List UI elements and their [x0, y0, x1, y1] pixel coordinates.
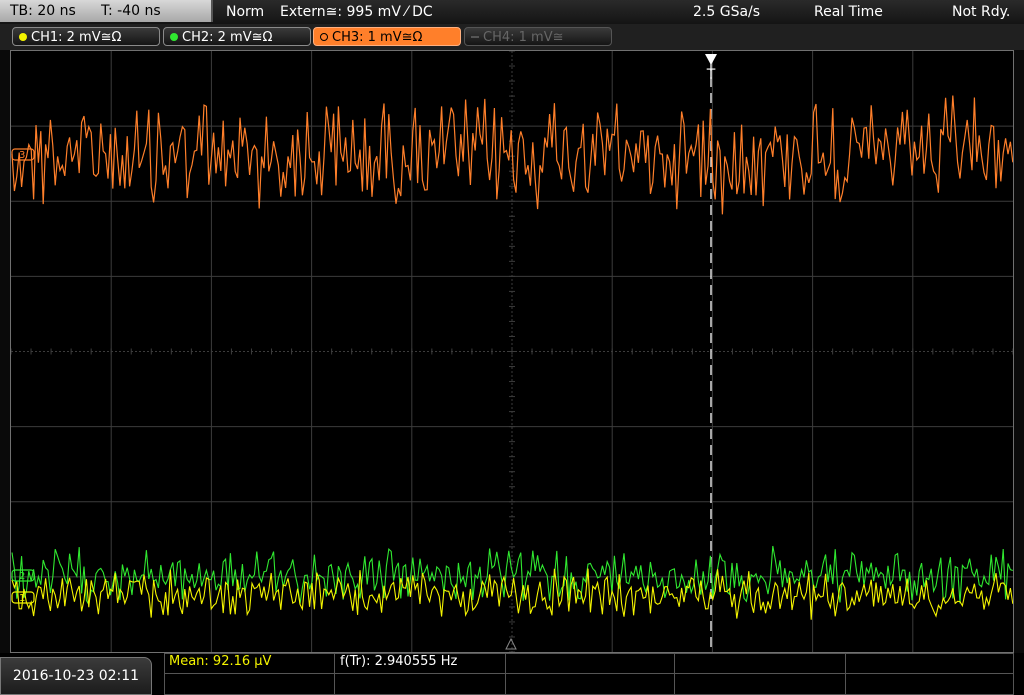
timebase-box[interactable]: TB: 20 ns T: -40 ns — [0, 0, 213, 22]
measurement-cell — [845, 653, 1014, 674]
channel-4-label: CH4: 1 mV≅ — [483, 30, 564, 45]
measurement-table[interactable]: Mean: 92.16 µV f(Tr): 2.940555 Hz — [164, 653, 1014, 695]
measurement-cell — [674, 673, 846, 695]
sample-rate: 2.5 GSa/s — [693, 4, 761, 20]
measurement-cell — [164, 673, 335, 695]
measurement-frequency: f(Tr): 2.940555 Hz — [340, 654, 458, 669]
channel-2-button[interactable]: CH2: 2 mV≅Ω — [163, 27, 311, 46]
footer-bar: 2016-10-23 02:11 Mean: 92.16 µV f(Tr): 2… — [0, 653, 1024, 695]
waveform-display[interactable]: T 3 2 1 — [10, 50, 1014, 653]
channel-4-indicator-icon — [471, 36, 479, 38]
channel-3-indicator-icon — [320, 33, 328, 41]
measurement-cell — [845, 673, 1014, 695]
trigger-marker-label: T — [706, 67, 716, 83]
channel-3-button[interactable]: CH3: 1 mV≅Ω — [313, 27, 461, 46]
timebase-label: TB: 20 ns — [10, 3, 76, 19]
channel-3-label: CH3: 1 mV≅Ω — [332, 30, 423, 45]
waveform-canvas: T 3 2 1 — [11, 51, 1013, 652]
channel-bar: CH1: 2 mV≅Ω CH2: 2 mV≅Ω CH3: 1 mV≅Ω CH4:… — [0, 24, 1024, 50]
center-marker-icon — [505, 637, 517, 650]
channel-1-marker-label: 1 — [19, 593, 25, 604]
channel-1-button[interactable]: CH1: 2 mV≅Ω — [12, 27, 160, 46]
measurement-cell — [674, 653, 846, 674]
trigger-mode[interactable]: Norm — [226, 3, 264, 21]
measurement-cell — [334, 673, 506, 695]
measurement-cell — [505, 673, 675, 695]
datetime-display[interactable]: 2016-10-23 02:11 — [0, 657, 152, 695]
channel-2-label: CH2: 2 mV≅Ω — [182, 30, 273, 45]
trigger-arrow-icon[interactable] — [705, 54, 717, 65]
channel-1-indicator-icon — [19, 33, 27, 41]
measurement-cell — [505, 653, 675, 674]
channel-1-label: CH1: 2 mV≅Ω — [31, 30, 122, 45]
measurement-mean: Mean: 92.16 µV — [169, 654, 272, 669]
status-bar: TB: 20 ns T: -40 ns Norm Extern≅: 995 mV… — [0, 0, 1024, 24]
channel-3-marker-label: 3 — [19, 150, 25, 161]
channel-2-indicator-icon — [170, 33, 178, 41]
trigger-source[interactable]: Extern≅: 995 mV ⁄ DC — [280, 3, 433, 21]
acquisition-status: Not Rdy. — [952, 4, 1011, 20]
trigger-time-label: T: -40 ns — [101, 3, 161, 19]
channel-4-button[interactable]: CH4: 1 mV≅ — [464, 27, 612, 46]
channel-2-marker-label: 2 — [19, 571, 25, 582]
acquisition-mode[interactable]: Real Time — [814, 3, 883, 21]
